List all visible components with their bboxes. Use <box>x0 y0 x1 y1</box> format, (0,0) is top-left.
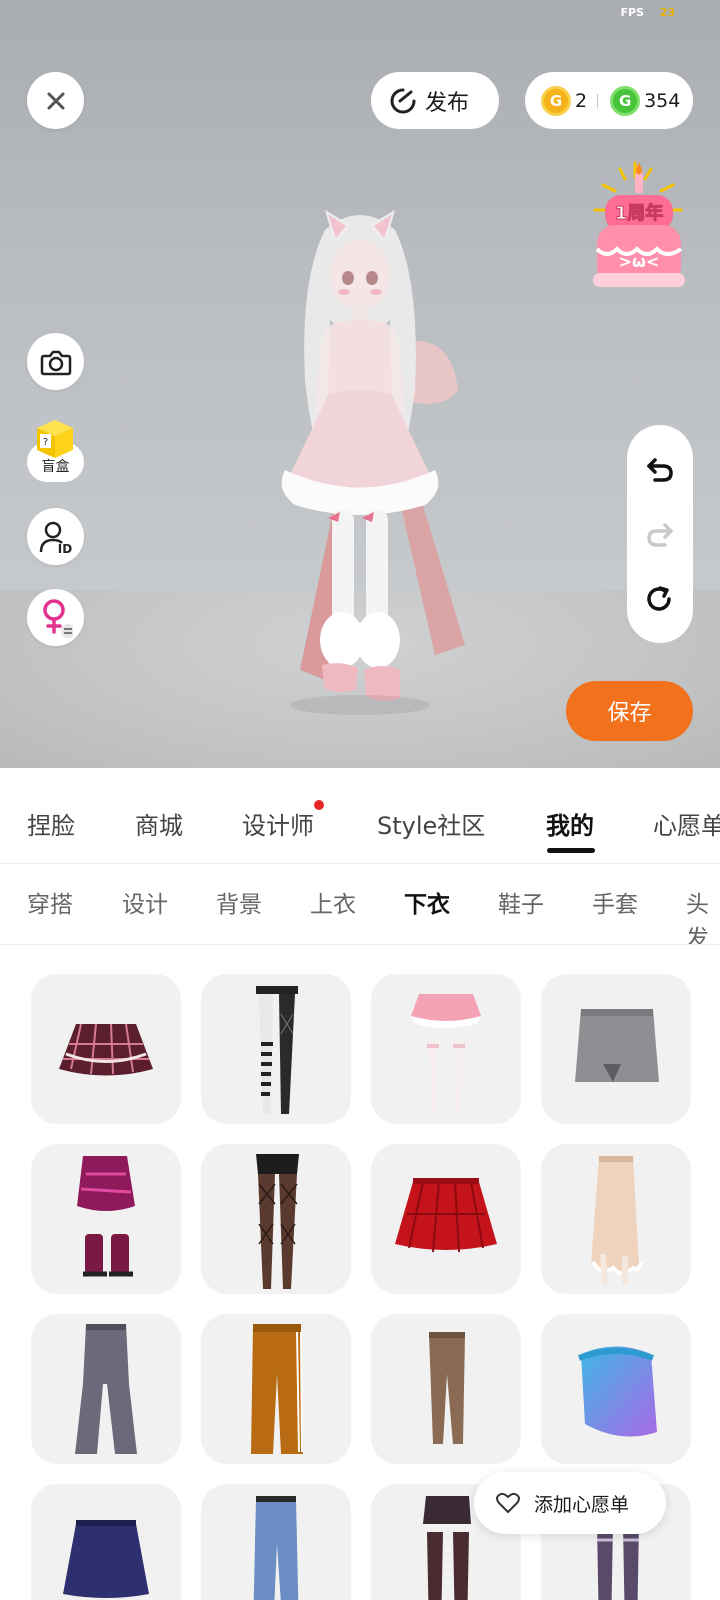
tab-designer[interactable]: 设计师 <box>242 800 324 841</box>
anniversary-cake-icon[interactable]: 1周年 >ω< <box>585 155 693 300</box>
subtab-background[interactable]: 背景 <box>216 885 262 919</box>
reset-icon[interactable] <box>645 584 675 614</box>
subtab-shoes[interactable]: 鞋子 <box>498 885 544 919</box>
item-tile[interactable] <box>31 974 181 1124</box>
gold-coin-icon: G <box>541 85 571 116</box>
brown-leggings-thumbnail <box>429 1332 465 1444</box>
avatar-character[interactable] <box>230 200 490 730</box>
tab-face[interactable]: 捏脸 <box>27 806 75 841</box>
category-tab-bar: 穿搭 设计 背景 上衣 下衣 鞋子 手套 头发 <box>0 865 720 945</box>
subtab-design[interactable]: 设计 <box>122 885 168 919</box>
blue-wrap-skirt-thumbnail <box>577 1346 657 1437</box>
gender-switch-button[interactable] <box>27 589 84 646</box>
item-tile[interactable] <box>31 1484 181 1600</box>
avatar-viewport[interactable]: FPS 23 发布 G 2 G 354 1周年 >ω< 盲盒 ? ID 保存 <box>0 0 720 768</box>
grey-skirt-thumbnail <box>575 1009 659 1082</box>
green-coin-icon: G <box>610 85 641 116</box>
beige-lace-skirt-thumbnail <box>591 1156 643 1285</box>
wishlist-label: 添加心愿单 <box>534 1493 630 1516</box>
item-tile[interactable] <box>541 974 691 1124</box>
close-button[interactable] <box>27 72 84 129</box>
save-button[interactable]: 保存 <box>566 681 693 741</box>
close-icon <box>47 92 64 109</box>
gold-coin-count: 2 <box>575 89 588 112</box>
grey-flared-pants-thumbnail <box>75 1324 137 1454</box>
subtab-tops[interactable]: 上衣 <box>310 885 356 919</box>
item-tile[interactable] <box>541 1144 691 1294</box>
svg-text:ID: ID <box>57 542 71 554</box>
publish-button[interactable]: 发布 <box>371 72 499 129</box>
publish-label: 发布 <box>425 90 470 116</box>
history-panel <box>627 425 693 643</box>
item-tile[interactable] <box>31 1314 181 1464</box>
item-tile[interactable] <box>201 974 351 1124</box>
tab-mine[interactable]: 我的 <box>546 806 594 841</box>
green-coin-count: 354 <box>644 89 681 112</box>
heart-icon <box>496 1492 520 1513</box>
fishnet-tights-thumbnail <box>256 1154 299 1289</box>
divider <box>597 93 599 108</box>
notification-dot <box>314 800 324 810</box>
item-tile[interactable] <box>201 1144 351 1294</box>
fps-value: 23 <box>659 6 675 19</box>
pink-ruffle-skirt-thumbnail <box>411 994 481 1114</box>
anniversary-text: 1周年 <box>615 202 664 224</box>
red-plaid-skirt-thumbnail <box>395 1178 497 1253</box>
subtab-hair[interactable]: 头发 <box>686 885 720 944</box>
subtab-bottoms[interactable]: 下衣 <box>404 885 450 919</box>
item-tile[interactable] <box>201 1314 351 1464</box>
subtab-outfits[interactable]: 穿搭 <box>27 885 73 919</box>
publish-icon <box>390 88 416 113</box>
undo-icon[interactable] <box>645 454 675 484</box>
navy-skirt-thumbnail <box>63 1520 149 1598</box>
mystery-box-icon: ? <box>37 420 73 458</box>
orange-track-pants-thumbnail <box>251 1324 303 1454</box>
magenta-skirt-boots-thumbnail <box>77 1156 135 1277</box>
svg-text:?: ? <box>43 437 48 448</box>
anniversary-face: >ω< <box>619 252 660 271</box>
item-tile[interactable] <box>371 974 521 1124</box>
profile-id-icon: ID <box>39 521 72 554</box>
main-tab-bar: 捏脸 商城 设计师 Style社区 我的 心愿单 <box>0 768 720 864</box>
profile-id-button[interactable]: ID <box>27 508 84 565</box>
tab-style-community[interactable]: Style社区 <box>377 806 485 841</box>
item-tile[interactable] <box>31 1144 181 1294</box>
tab-designer-label: 设计师 <box>242 812 314 840</box>
subtab-gloves[interactable]: 手套 <box>592 885 638 919</box>
redo-icon[interactable] <box>645 519 675 549</box>
fps-label: FPS <box>620 6 645 19</box>
currency-display[interactable]: G 2 G 354 <box>525 72 693 129</box>
item-tile[interactable] <box>541 1314 691 1464</box>
add-to-wishlist-button[interactable]: 添加心愿单 <box>474 1472 666 1534</box>
item-tile[interactable] <box>201 1484 351 1600</box>
camera-icon <box>40 350 71 375</box>
active-tab-indicator <box>547 848 595 853</box>
item-tile[interactable] <box>371 1144 521 1294</box>
camera-button[interactable] <box>27 333 84 390</box>
female-swap-icon <box>42 598 73 638</box>
plaid-skirt-thumbnail <box>59 1023 153 1076</box>
tab-wishlist[interactable]: 心愿单 <box>653 806 720 841</box>
tab-shop[interactable]: 商城 <box>135 806 183 841</box>
fishnet-leggings-thumbnail <box>256 986 298 1114</box>
blue-jeans-thumbnail <box>253 1496 299 1600</box>
item-tile[interactable] <box>371 1314 521 1464</box>
